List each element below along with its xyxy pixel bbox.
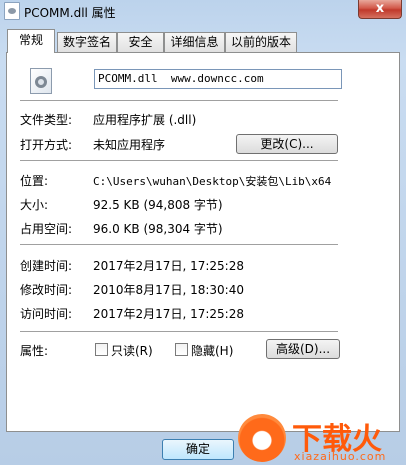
advanced-button[interactable]: 高级(D)... (266, 339, 340, 359)
watermark: 下载火 xiazaihuo.com (238, 412, 406, 465)
flame-logo-icon (238, 414, 286, 462)
file-type-value: 应用程序扩展 (.dll) (93, 113, 197, 127)
divider (20, 331, 338, 333)
size-value: 92.5 KB (94,808 字节) (93, 198, 223, 212)
opens-with-label: 打开方式: (20, 138, 73, 152)
attributes-label: 属性: (20, 344, 49, 358)
dll-file-icon (4, 2, 20, 20)
hidden-label[interactable]: 隐藏(H) (191, 342, 233, 359)
title-bar: PCOMM.dll 属性 x (0, 0, 406, 24)
dll-file-icon (30, 68, 52, 94)
modified-value: 2010年8月17日, 18:30:40 (93, 283, 244, 297)
modified-label: 修改时间: (20, 283, 73, 297)
file-type-label: 文件类型: (20, 113, 73, 127)
created-value: 2017年2月17日, 17:25:28 (93, 259, 244, 273)
hidden-checkbox[interactable] (175, 343, 188, 356)
watermark-url: xiazaihuo.com (294, 450, 387, 463)
created-label: 创建时间: (20, 259, 73, 273)
size-on-disk-value: 96.0 KB (98,304 字节) (93, 222, 223, 236)
divider (20, 244, 338, 246)
file-name-input[interactable]: PCOMM.dll www.downcc.com (94, 69, 342, 89)
change-button[interactable]: 更改(C)... (236, 134, 338, 154)
location-label: 位置: (20, 174, 49, 188)
opens-with-value: 未知应用程序 (93, 138, 166, 152)
size-label: 大小: (20, 198, 49, 212)
tab-previous-versions[interactable]: 以前的版本 (225, 32, 297, 52)
size-on-disk-label: 占用空间: (20, 222, 73, 236)
location-value: C:\Users\wuhan\Desktop\安装包\Lib\x64 (93, 175, 332, 188)
window-title: PCOMM.dll 属性 (24, 6, 116, 20)
accessed-label: 访问时间: (20, 307, 73, 321)
tab-details[interactable]: 详细信息 (164, 32, 225, 52)
divider (20, 100, 338, 102)
tab-general[interactable]: 常规 (7, 29, 55, 53)
general-panel (6, 52, 400, 432)
close-button[interactable]: x (358, 0, 402, 19)
tab-security[interactable]: 安全 (117, 32, 164, 52)
readonly-checkbox[interactable] (95, 343, 108, 356)
gear-icon (35, 76, 47, 88)
tab-digital-signatures[interactable]: 数字签名 (57, 32, 117, 52)
readonly-label[interactable]: 只读(R) (111, 342, 153, 359)
accessed-value: 2017年2月17日, 17:25:28 (93, 307, 244, 321)
ok-button[interactable]: 确定 (162, 439, 234, 460)
divider (20, 160, 338, 162)
